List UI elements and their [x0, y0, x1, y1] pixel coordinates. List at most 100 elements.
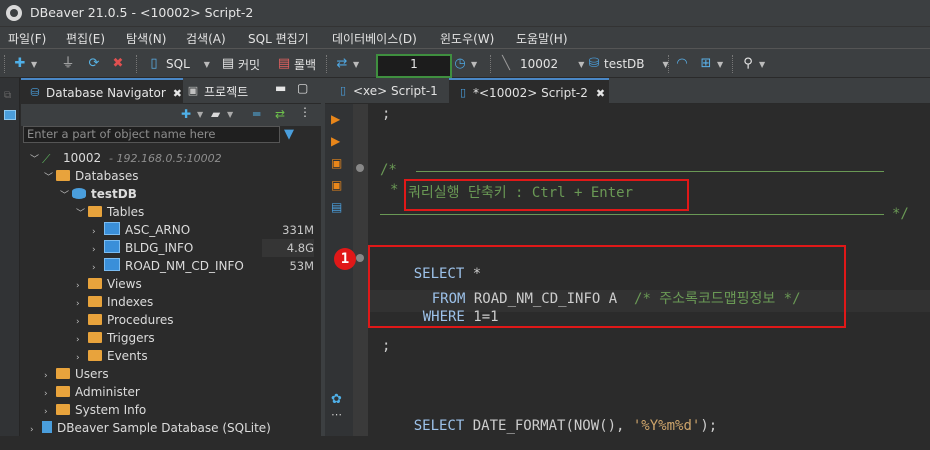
- database-navigator-icon: ⛁: [30, 86, 40, 99]
- menu-window[interactable]: 윈도우(W): [440, 30, 494, 47]
- transaction-mode-button[interactable]: ⇄ ▼: [334, 54, 360, 74]
- execute-script-icon[interactable]: ▣: [331, 156, 345, 170]
- tree-views[interactable]: › Views: [76, 275, 142, 293]
- active-connection-label: 10002: [520, 57, 559, 71]
- administer-icon: [56, 386, 70, 397]
- menu-edit[interactable]: 편집(E): [66, 30, 105, 47]
- select-date-line: SELECT DATE_FORMAT(NOW(), '%Y%m%d');: [380, 402, 717, 450]
- minimize-view-icon[interactable]: ▬: [275, 81, 286, 95]
- dashboard-button[interactable]: ◠: [674, 54, 690, 74]
- tree-label: testDB: [91, 187, 137, 201]
- folder-icon: [56, 170, 70, 181]
- tree-events[interactable]: › Events: [76, 347, 148, 365]
- active-database-label: testDB: [604, 57, 645, 71]
- editor-action-gutter: ▶ ▶ ▣ ▣ ▤ ✿ ⋯: [325, 104, 353, 436]
- more-icon[interactable]: ⋯: [331, 408, 345, 422]
- tree-databases[interactable]: ﹀ Databases: [44, 167, 139, 185]
- chevron-right-icon: ›: [30, 425, 34, 435]
- maximize-view-icon[interactable]: ▢: [297, 81, 308, 95]
- close-icon[interactable]: ✖: [596, 87, 605, 100]
- tree-table-bldg-info[interactable]: › BLDG_INFO: [92, 239, 193, 257]
- title-bar: DBeaver 21.0.5 - <10002> Script-2: [0, 0, 930, 26]
- tree-tables[interactable]: ﹀ Tables: [76, 203, 144, 221]
- tree-label: Triggers: [107, 331, 155, 345]
- info-icon: [56, 404, 70, 415]
- tree-triggers[interactable]: › Triggers: [76, 329, 155, 347]
- fold-icon[interactable]: [356, 254, 364, 262]
- execute-script-new-tab-icon[interactable]: ▣: [331, 178, 345, 192]
- sql-file-icon: ▯: [150, 56, 158, 71]
- tree-table-road-nm-cd-info[interactable]: › ROAD_NM_CD_INFO: [92, 257, 244, 275]
- fold-icon[interactable]: [356, 164, 364, 172]
- tab-label: Database Navigator: [46, 86, 166, 100]
- menu-bar: 파일(F) 편집(E) 탐색(N) 검색(A) SQL 편집기 데이터베이스(D…: [0, 26, 930, 48]
- filter-icon[interactable]: ▼: [284, 127, 294, 142]
- table-icon: [104, 222, 120, 235]
- commit-button[interactable]: ▤ 커밋: [220, 54, 260, 74]
- tab-projects[interactable]: ▣ 프로젝트: [181, 78, 248, 104]
- plug-plus-icon: ✚: [14, 56, 26, 71]
- tree-procedures[interactable]: › Procedures: [76, 311, 174, 329]
- new-connection-button[interactable]: ✚ ▼: [12, 54, 38, 74]
- main-toolbar: ✚ ▼ ⏚ ⟳ ✖ ▯ SQL ▼ ▤ 커밋 ▤ 롤백 ⇄ ▼ 1 ◷ ▼ ╲ 100…: [0, 48, 930, 78]
- minimize-icon[interactable]: ⧉: [4, 90, 16, 101]
- chevron-down-icon: ﹀: [76, 209, 86, 219]
- commit-label: 커밋: [238, 57, 261, 72]
- execute-new-tab-icon[interactable]: ▶: [331, 134, 345, 148]
- sql-editor[interactable]: ; /* * 쿼리실행 단축키 : Ctrl + Enter */ SELECT…: [334, 104, 930, 436]
- menu-file[interactable]: 파일(F): [8, 30, 46, 47]
- link-editor-icon[interactable]: ⇄: [275, 107, 285, 121]
- navigator-toolbar: ✚ ▼ ▰ ▼ ═ ⇄ ⋮: [21, 104, 321, 126]
- tree-system-info[interactable]: › System Info: [44, 401, 146, 419]
- reconnect-button[interactable]: ⟳: [86, 54, 102, 74]
- tree-indexes[interactable]: › Indexes: [76, 293, 153, 311]
- annotation-number-badge: 1: [334, 248, 356, 270]
- active-connection-selector[interactable]: ╲ 10002 ▼: [498, 54, 584, 74]
- disconnect-button[interactable]: ✖: [110, 54, 126, 74]
- menu-help[interactable]: 도움말(H): [516, 30, 568, 47]
- tree-sample-database[interactable]: › DBeaver Sample Database (SQLite): [30, 419, 271, 437]
- menu-database[interactable]: 데이터베이스(D): [332, 30, 417, 47]
- menu-sql-editor[interactable]: SQL 편집기: [248, 30, 309, 47]
- navigator-view-icon[interactable]: [4, 110, 16, 120]
- commit-icon: ▤: [221, 56, 235, 71]
- dropdown-arrow-icon: ▼: [31, 59, 38, 69]
- pending-transactions-counter[interactable]: 1: [376, 54, 452, 78]
- chevron-down-icon: ﹀: [44, 173, 54, 183]
- tree-users[interactable]: › Users: [44, 365, 109, 383]
- comment-divider: [416, 171, 884, 172]
- sql-editor-button[interactable]: ▯ SQL ▼: [146, 54, 209, 74]
- tab-database-navigator[interactable]: ⛁ Database Navigator ✖: [21, 78, 183, 106]
- tree-label: Users: [75, 367, 109, 381]
- tree-label: Databases: [75, 169, 139, 183]
- execute-statement-icon[interactable]: ▶: [331, 112, 345, 126]
- tab-script-1[interactable]: ▯ <xe> Script-1: [329, 78, 444, 104]
- dropdown-arrow-icon[interactable]: ▼: [197, 110, 203, 119]
- table-icon: [104, 240, 120, 253]
- tree-administer[interactable]: › Administer: [44, 383, 140, 401]
- connection-host: - 192.168.0.5:10002: [109, 152, 222, 165]
- tree-connection-10002[interactable]: ﹀ ⟋ 10002 - 192.168.0.5:10002: [30, 149, 222, 167]
- rollback-button[interactable]: ▤ 롤백: [276, 54, 316, 74]
- dropdown-arrow-icon[interactable]: ▼: [227, 110, 233, 119]
- tree-testdb[interactable]: ﹀ testDB: [60, 185, 137, 203]
- explain-plan-icon[interactable]: ▤: [331, 200, 345, 214]
- view-menu-icon[interactable]: ⋮: [299, 105, 311, 119]
- active-database-selector[interactable]: ⛁ testDB ▼: [586, 54, 669, 74]
- menu-navigate[interactable]: 탐색(N): [126, 30, 166, 47]
- new-connection-icon[interactable]: ✚: [181, 107, 191, 121]
- code-line: ;: [382, 338, 391, 354]
- table-name: ASC_ARNO: [125, 223, 191, 237]
- new-folder-icon[interactable]: ▰: [211, 107, 220, 121]
- search-button[interactable]: ⚲ ▼: [740, 54, 765, 74]
- tab-script-2[interactable]: ▯ *<10002> Script-2 ✖: [449, 78, 609, 106]
- menu-search[interactable]: 검색(A): [186, 30, 226, 47]
- settings-icon[interactable]: ✿: [331, 392, 345, 407]
- erd-button[interactable]: ⊞ ▼: [698, 54, 724, 74]
- collapse-all-icon[interactable]: ═: [253, 107, 260, 121]
- object-filter-input[interactable]: Enter a part of object name here: [23, 126, 280, 143]
- tree-label: Procedures: [107, 313, 174, 327]
- transaction-log-button[interactable]: ◷ ▼: [452, 54, 477, 74]
- connect-button[interactable]: ⏚: [60, 54, 76, 74]
- users-icon: [56, 368, 70, 379]
